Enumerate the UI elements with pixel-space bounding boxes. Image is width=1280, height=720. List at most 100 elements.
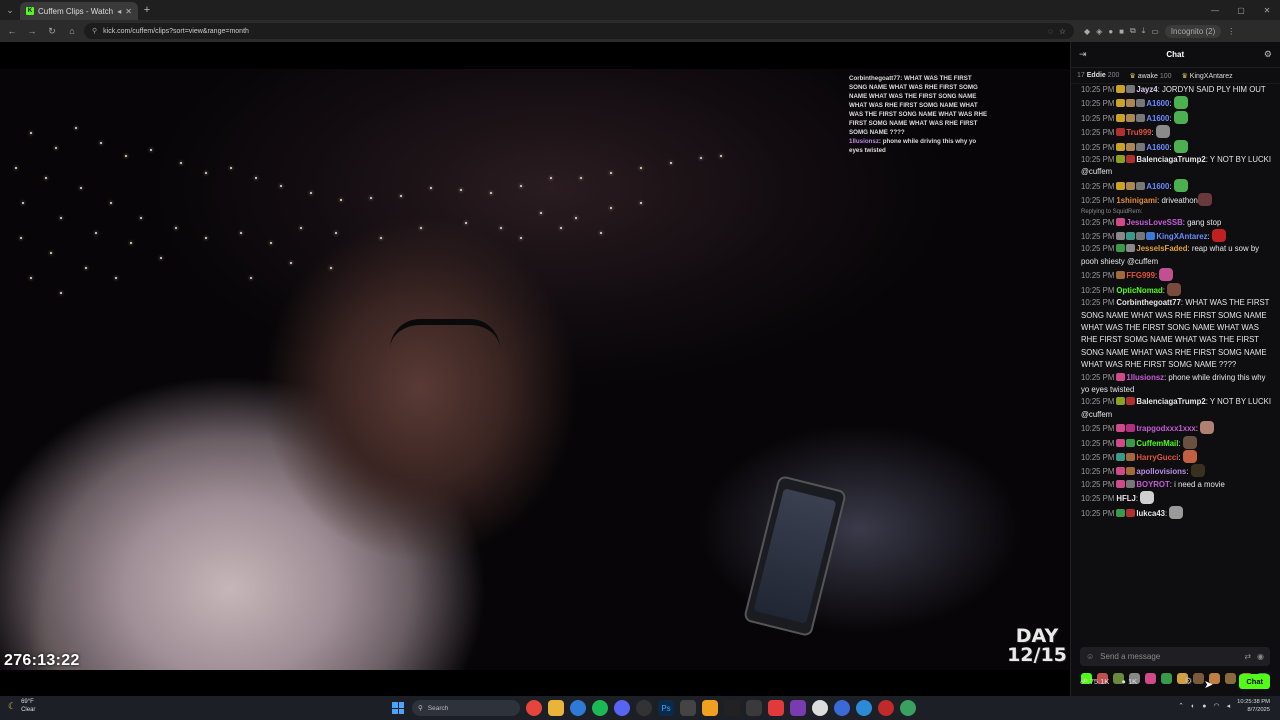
extension-icon[interactable]: ◆ <box>1084 27 1090 36</box>
emote-icon[interactable] <box>1140 491 1155 505</box>
chat-username[interactable]: Jayz4 <box>1136 85 1157 94</box>
chat-username[interactable]: A1600 <box>1146 99 1169 108</box>
terminal-icon[interactable] <box>680 700 696 716</box>
chat-username[interactable]: A1600 <box>1146 182 1169 191</box>
tray-app-icon[interactable]: ◐ <box>1191 703 1195 710</box>
user-badge-icon[interactable] <box>1116 217 1126 226</box>
app-icon[interactable] <box>768 700 784 716</box>
chat-username[interactable]: trapgodxxx1xxx <box>1136 424 1195 433</box>
emote-icon[interactable] <box>1182 449 1197 463</box>
taskbar-search[interactable]: ⚲ Search <box>412 700 520 716</box>
user-badge-icon[interactable] <box>1116 113 1126 122</box>
chat-username[interactable]: BalenciagaTrump2 <box>1136 397 1205 406</box>
app-icon[interactable] <box>724 700 740 716</box>
user-badge-icon[interactable] <box>1116 467 1126 476</box>
user-badge-icon[interactable] <box>1116 142 1126 151</box>
user-badge-icon[interactable] <box>1116 155 1126 164</box>
url-bar[interactable]: ⚲ kick.com/cuffem/clips?sort=view&range=… <box>84 23 1074 39</box>
chat-username[interactable]: A1600 <box>1146 143 1169 152</box>
extension-icon[interactable]: ■ <box>1119 27 1124 36</box>
leaderboard-entry[interactable]: ♛ awake 100 <box>1129 72 1171 80</box>
user-badge-icon[interactable] <box>1126 424 1136 433</box>
emote-icon[interactable] <box>1211 229 1226 243</box>
emote-icon[interactable] <box>1173 110 1188 124</box>
emote-icon[interactable] <box>1197 193 1212 207</box>
chat-username[interactable]: OpticNomad <box>1116 286 1162 295</box>
user-badge-icon[interactable] <box>1126 99 1136 108</box>
leaderboard-entry[interactable]: ♛ KingXAntarez <box>1182 72 1233 80</box>
user-badge-icon[interactable] <box>1126 244 1136 253</box>
user-badge-icon[interactable] <box>1126 142 1136 151</box>
chat-username[interactable]: A1600 <box>1146 114 1169 123</box>
browser-tab[interactable]: K Cuffem Clips - Watch Live ... ◂ ✕ <box>20 2 138 20</box>
new-tab-button[interactable]: + <box>138 4 156 16</box>
emote-icon[interactable] <box>1169 505 1184 519</box>
forward-icon[interactable]: → <box>24 26 40 36</box>
user-settings-icon[interactable]: ⚙ <box>1264 49 1272 60</box>
close-window-icon[interactable]: ✕ <box>1254 6 1280 15</box>
reply-context[interactable]: Replying to SquidRem: <box>1071 208 1280 217</box>
app-icon[interactable] <box>812 700 828 716</box>
chat-username[interactable]: apollovisions <box>1136 467 1186 476</box>
translate-icon[interactable]: ⇄ <box>1244 652 1251 661</box>
emote-icon[interactable] <box>1155 125 1170 139</box>
user-badge-icon[interactable] <box>1126 508 1136 517</box>
user-badge-icon[interactable] <box>1116 438 1126 447</box>
user-badge-icon[interactable] <box>1116 424 1126 433</box>
emote-icon[interactable] <box>1173 178 1188 192</box>
chrome-icon[interactable] <box>526 700 542 716</box>
user-badge-icon[interactable] <box>1116 271 1126 280</box>
chat-settings-icon[interactable]: ⚙ <box>1184 676 1192 687</box>
weather-widget[interactable]: ☾ 69°F Clear <box>8 698 35 714</box>
user-badge-icon[interactable] <box>1116 99 1126 108</box>
tray-chevron-icon[interactable]: ⌃ <box>1178 702 1184 710</box>
chat-username[interactable]: KingXAntarez <box>1156 232 1207 241</box>
user-badge-icon[interactable] <box>1126 479 1136 488</box>
chat-username[interactable]: FFG999 <box>1126 271 1155 280</box>
emote-picker-icon[interactable]: ☺ <box>1086 652 1094 661</box>
user-badge-icon[interactable] <box>1126 467 1136 476</box>
photoshop-icon[interactable]: Ps <box>658 700 674 716</box>
user-badge-icon[interactable] <box>1126 85 1136 93</box>
menu-icon[interactable]: ⋮ <box>1227 27 1235 36</box>
emoji-icon[interactable]: ◉ <box>1257 652 1264 661</box>
user-badge-icon[interactable] <box>1116 452 1126 461</box>
user-badge-icon[interactable] <box>1116 508 1126 517</box>
user-badge-icon[interactable] <box>1146 232 1156 241</box>
bookmark-star-icon[interactable]: ☆ <box>1059 27 1066 36</box>
user-badge-icon[interactable] <box>1136 99 1146 108</box>
user-badge-icon[interactable] <box>1136 113 1146 122</box>
user-badge-icon[interactable] <box>1116 232 1126 241</box>
user-badge-icon[interactable] <box>1116 244 1126 253</box>
emote-icon[interactable] <box>1173 139 1188 153</box>
clock[interactable]: 10:25:38 PM 8/7/2025 <box>1237 698 1270 714</box>
user-badge-icon[interactable] <box>1126 232 1136 241</box>
reload-icon[interactable]: ↻ <box>44 26 60 37</box>
user-badge-icon[interactable] <box>1116 397 1126 406</box>
extension-icon[interactable]: ◈ <box>1096 27 1102 36</box>
user-badge-icon[interactable] <box>1136 232 1146 241</box>
volume-icon[interactable]: ◂ <box>1227 702 1231 710</box>
chat-username[interactable]: Tru999 <box>1126 128 1151 137</box>
chat-username[interactable]: lukca43 <box>1136 509 1165 518</box>
back-icon[interactable]: ← <box>4 26 20 36</box>
chat-username[interactable]: JesseIsFaded <box>1136 244 1187 253</box>
chat-messages[interactable]: 10:25 PM Jayz4: JORDYN SAID PLY HIM OUT 10… <box>1071 84 1280 670</box>
chat-username[interactable]: CuffemMail <box>1136 439 1178 448</box>
maximize-icon[interactable]: ▢ <box>1228 6 1254 15</box>
spotify-icon[interactable] <box>592 700 608 716</box>
user-badge-icon[interactable] <box>1126 181 1136 190</box>
wifi-icon[interactable]: ◠ <box>1214 702 1220 710</box>
close-tab-icon[interactable]: ✕ <box>125 7 132 16</box>
minimize-icon[interactable]: — <box>1202 6 1228 15</box>
user-badge-icon[interactable] <box>1126 397 1136 406</box>
user-badge-icon[interactable] <box>1126 113 1136 122</box>
chat-username[interactable]: Corbinthegoatt77 <box>1116 298 1181 307</box>
app-icon[interactable] <box>834 700 850 716</box>
collapse-chat-icon[interactable]: ⇥ <box>1079 49 1087 60</box>
chat-username[interactable]: JesusLoveSSB <box>1126 218 1182 227</box>
extension-icon[interactable]: ● <box>1108 27 1113 36</box>
emote-icon[interactable] <box>1173 96 1188 110</box>
speaker-icon[interactable]: ◂ <box>117 7 121 16</box>
app-icon[interactable] <box>856 700 872 716</box>
